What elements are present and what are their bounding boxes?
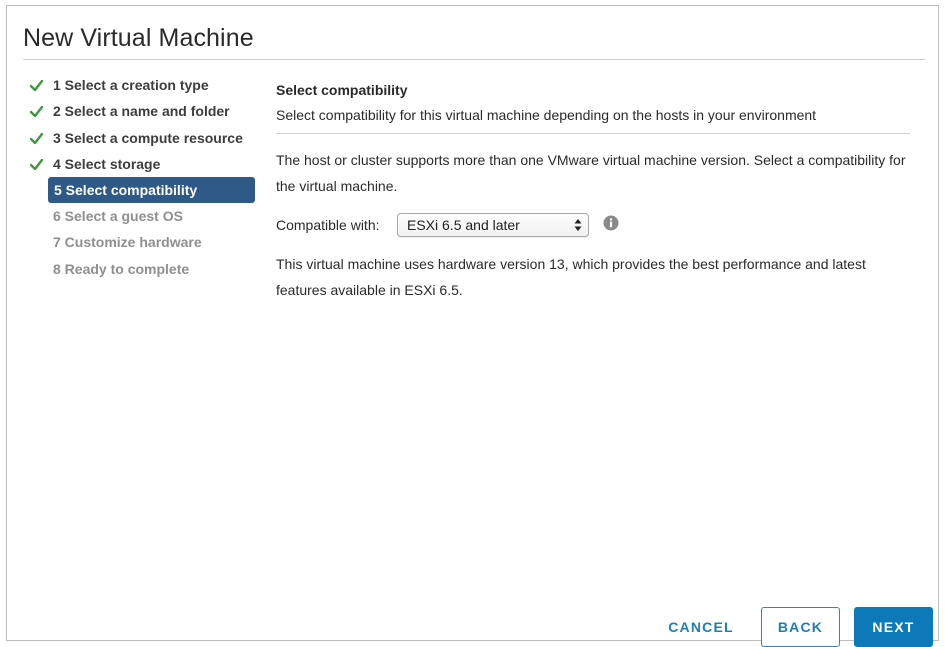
back-button[interactable]: BACK	[761, 607, 840, 647]
check-icon	[30, 80, 43, 91]
wizard-step-1[interactable]: 1 Select a creation type	[27, 72, 257, 98]
updown-arrows-icon	[574, 219, 582, 231]
wizard-step-7: 7 Customize hardware	[27, 229, 257, 255]
content-divider	[276, 133, 910, 134]
wizard-step-label: 8 Ready to complete	[53, 260, 190, 277]
check-icon	[30, 158, 43, 170]
wizard-step-label: 2 Select a name and folder	[53, 103, 230, 120]
section-description: Select compatibility for this virtual ma…	[276, 107, 817, 123]
title-divider	[23, 59, 925, 60]
wizard-step-label: 5 Select compatibility	[54, 182, 198, 199]
new-vm-dialog: New Virtual Machine 1 Select a creation …	[6, 5, 939, 647]
wizard-step-label: 7 Customize hardware	[53, 234, 202, 251]
wizard-step-6: 6 Select a guest OS	[27, 203, 257, 229]
next-button[interactable]: NEXT	[854, 607, 933, 647]
dialog-title: New Virtual Machine	[23, 24, 254, 52]
hardware-note: This virtual machine uses hardware versi…	[276, 256, 866, 298]
wizard-step-label: 6 Select a guest OS	[53, 208, 183, 225]
check-icon	[30, 106, 43, 118]
compatibility-row: Compatible with: ESXi 6.5 and later	[276, 213, 916, 239]
section-title: Select compatibility	[276, 82, 408, 98]
wizard-step-label: 3 Select a compute resource	[53, 129, 243, 146]
intro-text: The host or cluster supports more than o…	[276, 152, 906, 194]
wizard-step-3[interactable]: 3 Select a compute resource	[27, 125, 257, 151]
check-icon	[30, 132, 43, 144]
wizard-step-label: 4 Select storage	[53, 155, 161, 172]
wizard-step-label: 1 Select a creation type	[53, 77, 209, 93]
wizard-step-8: 8 Ready to complete	[27, 256, 257, 282]
info-icon[interactable]	[603, 215, 619, 231]
wizard-step-5[interactable]: 5 Select compatibility	[48, 177, 255, 204]
compatibility-select-value: ESXi 6.5 and later	[407, 217, 520, 233]
wizard-steps: 1 Select a creation type 2 Select a name…	[27, 72, 257, 282]
compatibility-select[interactable]: ESXi 6.5 and later	[397, 213, 589, 237]
cancel-button[interactable]: CANCEL	[654, 607, 748, 647]
wizard-step-4[interactable]: 4 Select storage	[27, 151, 257, 177]
wizard-step-2[interactable]: 2 Select a name and folder	[27, 98, 257, 124]
compatibility-label: Compatible with:	[276, 217, 380, 233]
step-content: Select compatibility Select compatibilit…	[276, 72, 916, 303]
